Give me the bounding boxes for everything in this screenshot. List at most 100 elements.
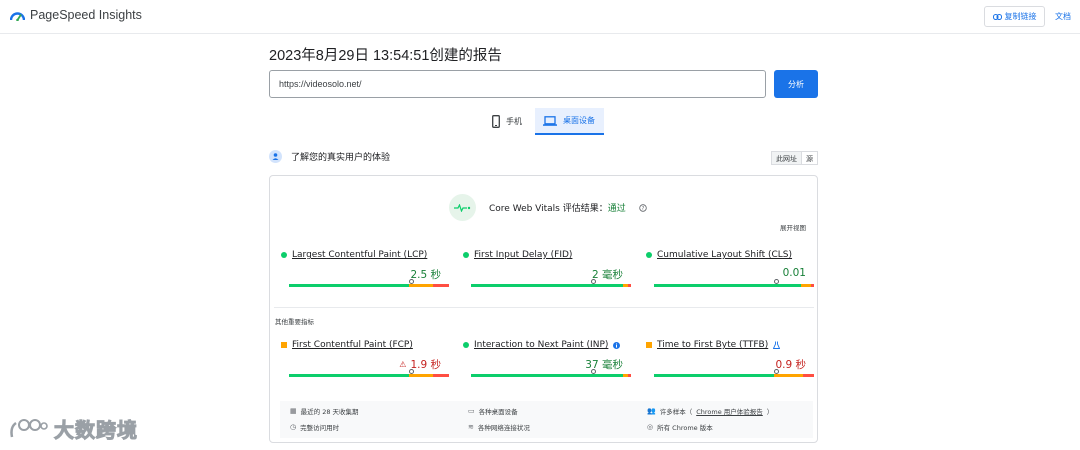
tab-desktop-label: 桌面设备 [563, 116, 595, 125]
people-icon: 👥 [647, 407, 656, 415]
watermark-text: 大数跨境 [54, 418, 138, 443]
footer-samples: 👥 许多样本（ Chrome 用户体验报告） [647, 406, 773, 416]
metric-lcp-name[interactable]: Largest Contentful Paint (LCP) [281, 250, 441, 260]
warning-icon: ⚠ [399, 360, 407, 369]
footer-visit: ◷ 完整访问用时 [290, 422, 339, 432]
marker-icon [591, 369, 596, 374]
footer-samples-suffix: ） [766, 408, 774, 416]
cwv-label: Core Web Vitals 评估结果： [489, 204, 608, 214]
average-square-icon [646, 342, 652, 348]
metric-fcp-name[interactable]: First Contentful Paint (FCP) [281, 340, 441, 350]
good-dot-icon [646, 252, 652, 258]
metric-fid: First Input Delay (FID) 2 毫秒 [463, 250, 631, 287]
cwv-result: 通过 [607, 204, 626, 214]
watermark-logo-icon [10, 418, 48, 437]
metric-fcp-value: ⚠ 1.9 秒 [399, 357, 441, 372]
footer-devices-text: 各种桌面设备 [478, 408, 518, 416]
footer-samples-prefix: 许多样本（ [659, 408, 693, 416]
docs-link[interactable]: 文档 [1055, 11, 1071, 22]
metric-ttfb-value: 0.9 秒 [775, 359, 806, 371]
tab-mobile-label: 手机 [506, 117, 522, 126]
metric-lcp-value: 2.5 秒 [410, 269, 441, 281]
report-title: 2023年8月29日 13:54:51创建的报告 [269, 48, 502, 64]
field-data-header: 了解您的真实用户的体验 [269, 150, 390, 163]
calendar-icon: ▦ [290, 407, 297, 415]
info-icon[interactable] [613, 341, 621, 349]
logo[interactable]: PageSpeed Insights [10, 8, 142, 22]
metric-cls: Cumulative Layout Shift (CLS) 0.01 [646, 250, 814, 287]
svg-text:?: ? [641, 206, 644, 212]
metric-ttfb-name[interactable]: Time to First Byte (TTFB) [646, 340, 806, 350]
footer-devices: ▭ 各种桌面设备 [468, 406, 518, 416]
metric-inp: Interaction to Next Paint (INP) 37 毫秒 [463, 340, 631, 377]
chrome-icon: ◎ [647, 423, 654, 431]
analyze-button[interactable]: 分析 [774, 70, 818, 98]
pagespeed-logo-icon [10, 12, 25, 21]
expand-view-link[interactable]: 展开视图 [780, 222, 806, 232]
metric-fcp-value-text: 1.9 秒 [410, 359, 441, 371]
metric-ttfb: Time to First Byte (TTFB) 0.9 秒 [646, 340, 814, 377]
watermark: 大数跨境 [8, 414, 138, 443]
cwv-label-wrap: Core Web Vitals 评估结果：通过 [489, 201, 626, 214]
users-icon [269, 150, 282, 163]
divider [274, 307, 814, 308]
marker-icon [409, 279, 414, 284]
metric-cls-value: 0.01 [782, 267, 806, 279]
link-icon [992, 13, 1002, 20]
toggle-this-url[interactable]: 此网址 [772, 152, 802, 164]
top-bar: PageSpeed Insights 复制链接 文档 [0, 0, 1080, 34]
good-dot-icon [463, 342, 469, 348]
field-data-footer: ▦ 最近的 28 天收集期 ▭ 各种桌面设备 👥 许多样本（ Chrome 用户体验报告… [280, 401, 813, 438]
good-dot-icon [463, 252, 469, 258]
metric-lcp: Largest Contentful Paint (LCP) 2.5 秒 [281, 250, 449, 287]
tab-desktop[interactable]: 桌面设备 [535, 108, 604, 135]
experimental-flask-icon[interactable] [773, 341, 781, 349]
average-square-icon [281, 342, 287, 348]
copy-link-label: 复制链接 [1004, 12, 1037, 21]
distribution-bar [289, 279, 449, 287]
section-title: 了解您的真实用户的体验 [291, 153, 391, 163]
marker-icon [774, 279, 779, 284]
metric-ttfb-label: Time to First Byte (TTFB) [657, 340, 769, 350]
footer-chrome: ◎ 所有 Chrome 版本 [647, 422, 713, 432]
marker-icon [409, 369, 414, 374]
footer-period: ▦ 最近的 28 天收集期 [290, 406, 359, 416]
footer-visit-text: 完整访问用时 [300, 424, 340, 432]
app-name: PageSpeed Insights [30, 8, 142, 22]
help-icon[interactable]: ? [639, 203, 647, 212]
tab-mobile[interactable]: 手机 [484, 108, 534, 135]
url-input[interactable]: https://videosolo.net/ [269, 70, 766, 98]
metric-fcp: First Contentful Paint (FCP) ⚠ 1.9 秒 [281, 340, 449, 377]
url-origin-toggle: 此网址 源 [771, 151, 818, 165]
metric-inp-name[interactable]: Interaction to Next Paint (INP) [463, 340, 623, 350]
copy-link-button[interactable]: 复制链接 [984, 6, 1045, 27]
distribution-bar [654, 279, 814, 287]
metric-cls-name[interactable]: Cumulative Layout Shift (CLS) [646, 250, 806, 260]
field-data-card: Core Web Vitals 评估结果：通过 ? 展开视图 Largest C… [269, 175, 818, 443]
toggle-origin[interactable]: 源 [802, 152, 817, 164]
distribution-bar [654, 369, 814, 377]
devices-icon: ▭ [468, 407, 475, 415]
footer-network-text: 各种网络连接状况 [477, 424, 530, 432]
other-metrics-label: 其他重要指标 [275, 318, 314, 326]
marker-icon [774, 369, 779, 374]
metric-fcp-label: First Contentful Paint (FCP) [292, 340, 413, 350]
wifi-icon: ≋ [468, 423, 474, 431]
metric-inp-label: Interaction to Next Paint (INP) [474, 340, 609, 350]
metric-lcp-label: Largest Contentful Paint (LCP) [292, 250, 428, 260]
cwv-assessment: Core Web Vitals 评估结果：通过 ? [449, 194, 647, 221]
metric-fid-name[interactable]: First Input Delay (FID) [463, 250, 623, 260]
distribution-bar [471, 279, 631, 287]
metric-fid-label: First Input Delay (FID) [474, 250, 573, 260]
pulse-icon [449, 194, 476, 221]
distribution-bar [471, 369, 631, 377]
phone-icon [492, 115, 500, 128]
footer-period-text: 最近的 28 天收集期 [300, 408, 359, 416]
clock-icon: ◷ [290, 423, 297, 431]
crux-report-link[interactable]: Chrome 用户体验报告 [696, 406, 763, 416]
metric-cls-label: Cumulative Layout Shift (CLS) [657, 250, 793, 260]
marker-icon [591, 279, 596, 284]
footer-network: ≋ 各种网络连接状况 [468, 422, 530, 432]
footer-chrome-text: 所有 Chrome 版本 [657, 424, 713, 432]
metric-fid-value: 2 毫秒 [591, 269, 623, 281]
